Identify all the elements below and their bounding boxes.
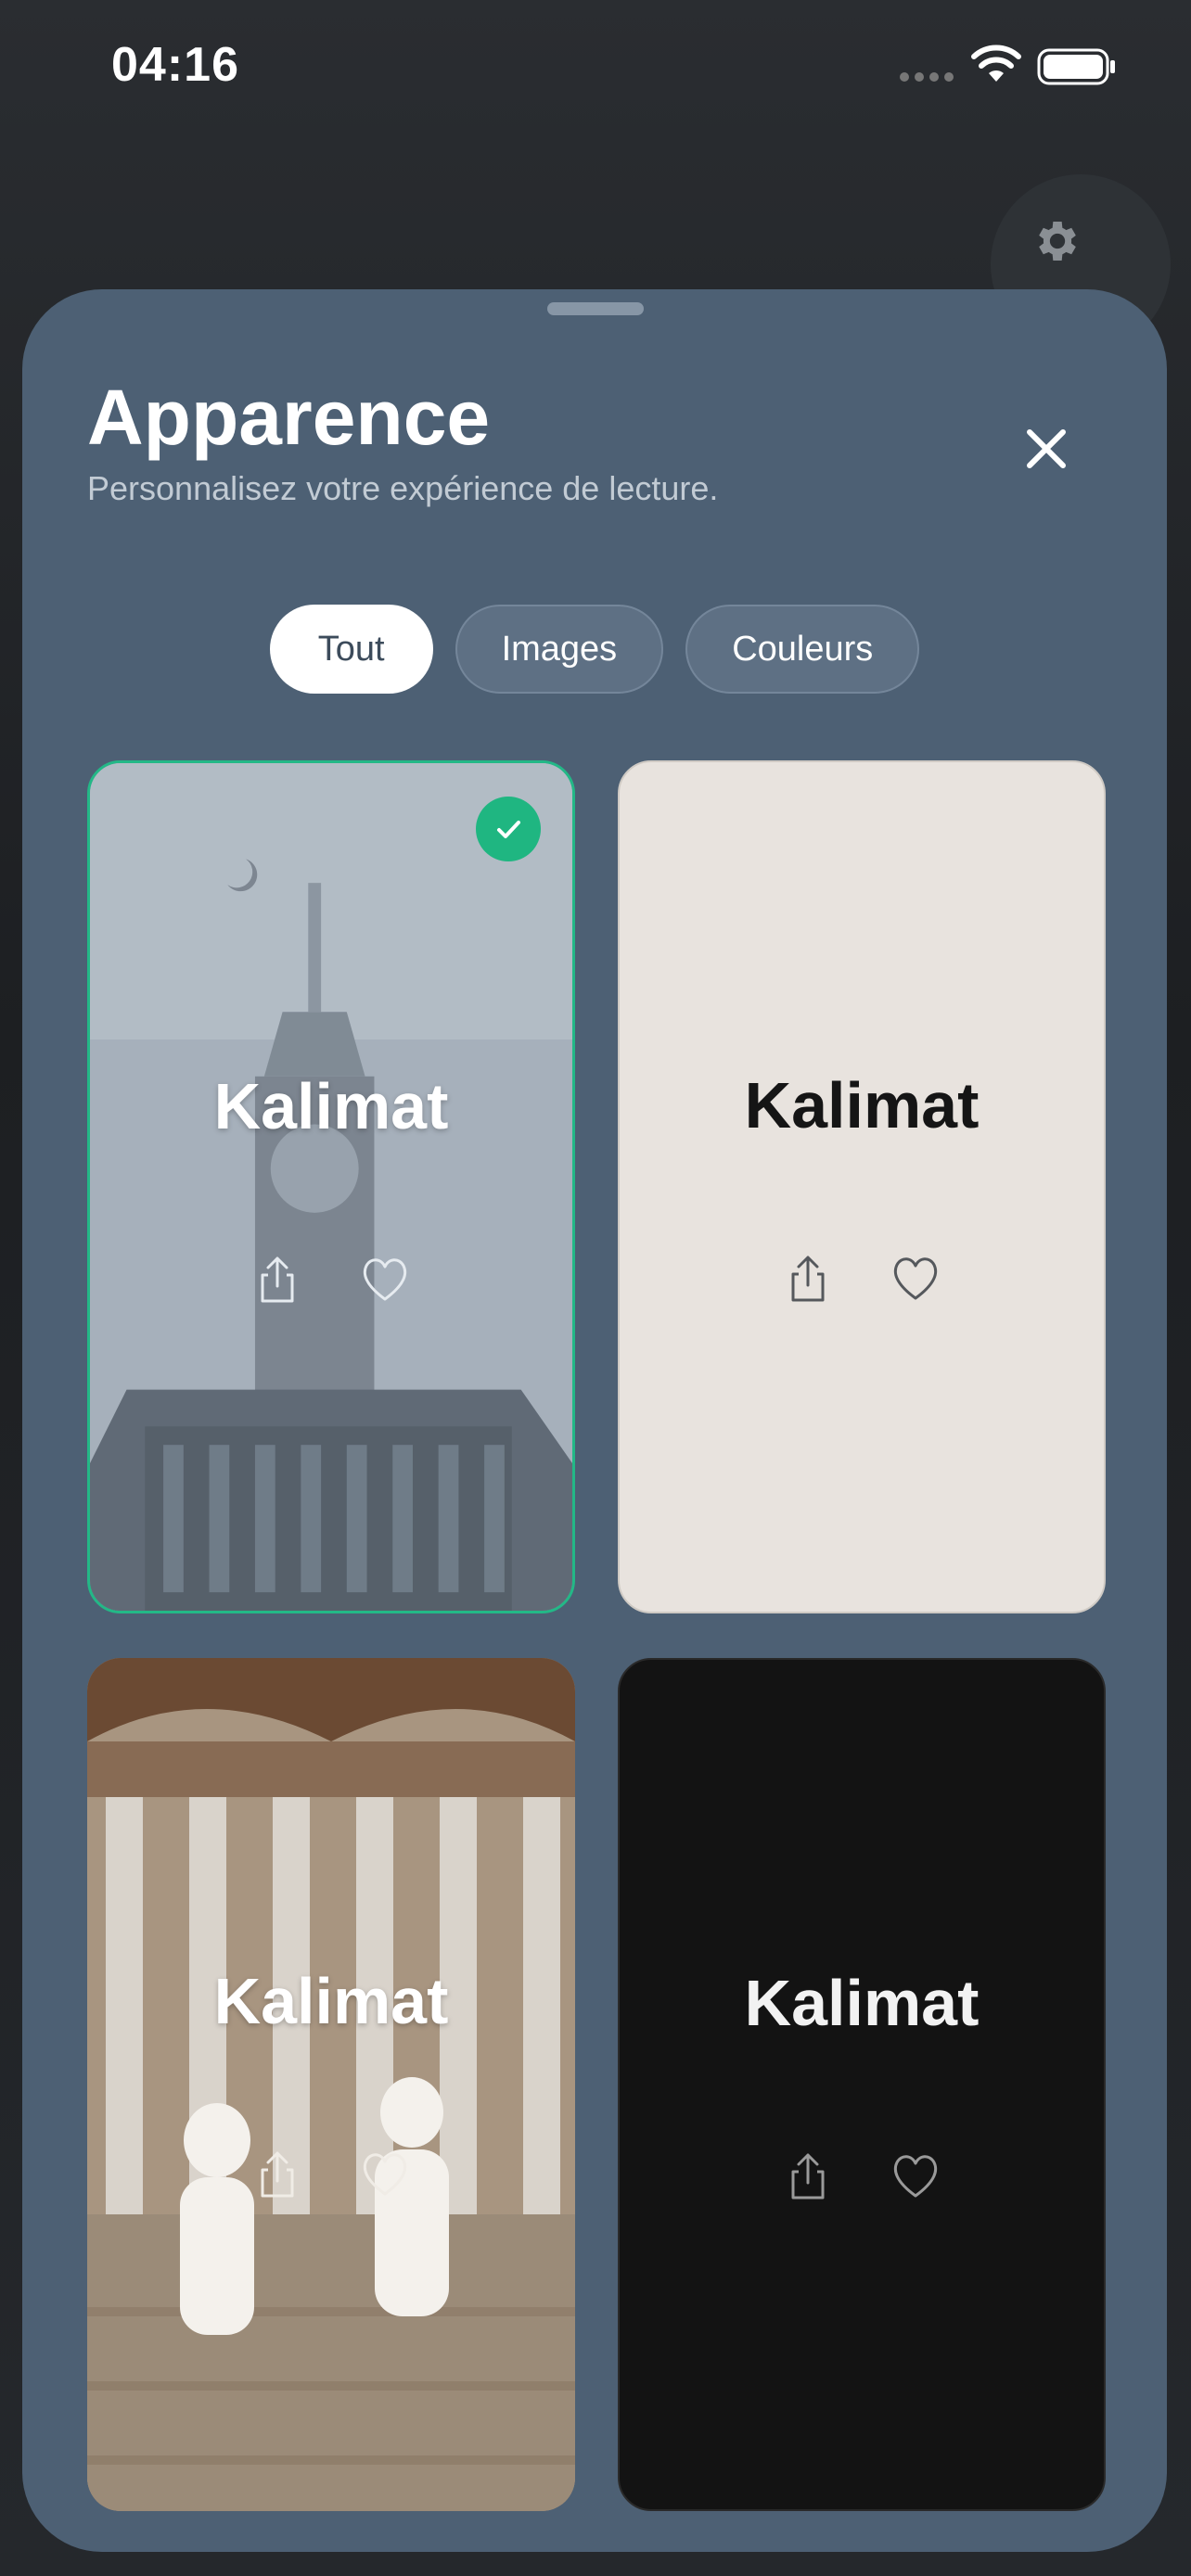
card-title: Kalimat	[744, 1069, 980, 1141]
battery-icon	[1037, 48, 1115, 85]
heart-icon[interactable]	[357, 1251, 413, 1307]
share-icon[interactable]	[780, 2148, 836, 2203]
card-title: Kalimat	[744, 1967, 980, 2039]
sheet-subtitle: Personnalisez votre expérience de lectur…	[87, 469, 719, 507]
theme-card-cream[interactable]: Kalimat	[618, 760, 1106, 1613]
close-icon	[1027, 429, 1066, 468]
theme-card-black[interactable]: Kalimat	[618, 1658, 1106, 2511]
share-icon[interactable]	[250, 2146, 305, 2201]
tab-images[interactable]: Images	[455, 605, 664, 694]
status-time: 04:16	[111, 38, 239, 92]
selected-check-icon	[476, 797, 541, 861]
heart-icon[interactable]	[357, 2146, 413, 2201]
share-icon[interactable]	[780, 1250, 836, 1306]
clock-tower-image	[90, 763, 572, 1611]
heart-icon[interactable]	[888, 1250, 943, 1306]
gear-icon	[1039, 222, 1076, 261]
theme-card-mosque[interactable]: Kalimat	[87, 1658, 575, 2511]
tab-couleurs[interactable]: Couleurs	[685, 605, 920, 694]
status-bar: 04:16	[0, 0, 1191, 139]
card-title: Kalimat	[213, 1070, 449, 1142]
sheet-grabber[interactable]	[547, 302, 644, 315]
share-icon[interactable]	[250, 1251, 305, 1307]
card-actions	[620, 2148, 1104, 2203]
close-button[interactable]	[1011, 414, 1082, 484]
card-actions	[87, 2146, 575, 2201]
signal-icon	[900, 72, 954, 82]
card-actions	[90, 1251, 572, 1307]
heart-icon[interactable]	[888, 2148, 943, 2203]
wifi-icon	[971, 45, 1021, 82]
filter-tabs: Tout Images Couleurs	[22, 605, 1167, 694]
tab-tout[interactable]: Tout	[269, 605, 433, 694]
theme-card-clock-tower[interactable]: Kalimat	[87, 760, 575, 1613]
mosque-image	[87, 1658, 575, 2511]
card-actions	[620, 1250, 1104, 1306]
sheet-title: Apparence	[87, 374, 491, 461]
card-title: Kalimat	[213, 1965, 449, 2037]
appearance-sheet: Apparence Personnalisez votre expérience…	[22, 289, 1167, 2552]
